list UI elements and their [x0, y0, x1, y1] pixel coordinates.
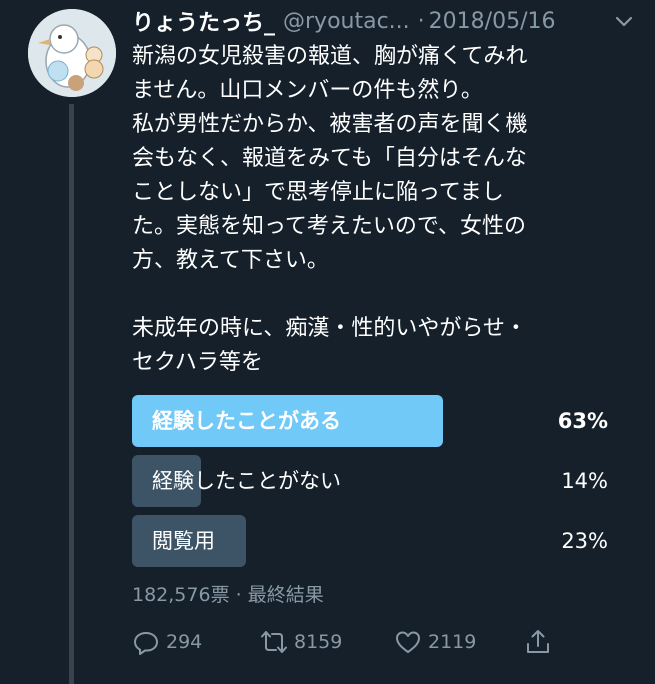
- poll-option-percent: 14%: [561, 469, 608, 493]
- tweet-date[interactable]: 2018/05/16: [429, 9, 556, 34]
- reply-count: 294: [166, 631, 203, 653]
- separator-dot: ·: [417, 8, 425, 34]
- share-button[interactable]: [524, 622, 558, 662]
- poll-option-label: 経験したことがない: [152, 469, 341, 493]
- tweet-text-line: 会もなく、報道をみても「自分はそんな: [132, 146, 527, 171]
- retweet-button[interactable]: 8159: [260, 622, 342, 662]
- share-icon: [527, 630, 549, 653]
- display-name[interactable]: りょうたっち_: [132, 5, 275, 37]
- tweet-text-line: ません。山口メンバーの件も然り。: [132, 78, 483, 103]
- retweet-count: 8159: [294, 631, 343, 653]
- poll-option: 閲覧用 23%: [132, 515, 612, 567]
- tweet-text-line: ことしない」で思考停止に陥ってまし: [132, 180, 504, 205]
- poll-option: 経験したことがある 63%: [132, 395, 612, 447]
- tweet-text-line: 新潟の女児殺害の報道、胸が痛くてみれ: [132, 44, 528, 69]
- tweet-text-line: 私が男性だからか、被害者の声を聞く機: [132, 112, 528, 137]
- poll-option: 経験したことがない 14%: [132, 455, 612, 507]
- tweet-text-line: セクハラ等を: [132, 350, 263, 375]
- poll-option-label: 閲覧用: [152, 529, 215, 553]
- chevron-down-icon[interactable]: [613, 10, 635, 32]
- poll: 経験したことがある 63% 経験したことがない 14% 閲覧用 23%: [132, 395, 612, 575]
- retweet-icon: [261, 631, 287, 653]
- like-icon: [396, 631, 420, 653]
- reply-button[interactable]: 294: [132, 622, 202, 662]
- thread-line: [69, 104, 74, 684]
- poll-option-percent: 23%: [561, 529, 608, 553]
- like-button[interactable]: 2119: [394, 622, 476, 662]
- tweet-text-line: た。実態を知って考えたいので、女性の: [132, 214, 527, 239]
- tweet-text-line: 未成年の時に、痴漢・性的いやがらせ・: [132, 316, 527, 341]
- tweet-actions: 294 8159 2119: [132, 622, 562, 662]
- poll-option-label: 経験したことがある: [152, 409, 341, 433]
- reply-icon: [134, 632, 158, 655]
- user-handle[interactable]: @ryoutac...: [283, 9, 410, 34]
- like-count: 2119: [428, 631, 477, 653]
- avatar-illustration: [28, 9, 116, 97]
- tweet-header: りょうたっち_ @ryoutac... · 2018/05/16: [132, 6, 635, 36]
- avatar[interactable]: [28, 9, 116, 97]
- poll-option-percent: 63%: [557, 409, 608, 433]
- tweet-text-line: [132, 278, 632, 312]
- tweet-text-line: 方、教えて下さい。: [132, 248, 329, 273]
- poll-vote-summary: 182,576票 · 最終結果: [132, 584, 324, 606]
- tweet-text: 新潟の女児殺害の報道、胸が痛くてみれ ません。山口メンバーの件も然り。 私が男性…: [132, 40, 632, 380]
